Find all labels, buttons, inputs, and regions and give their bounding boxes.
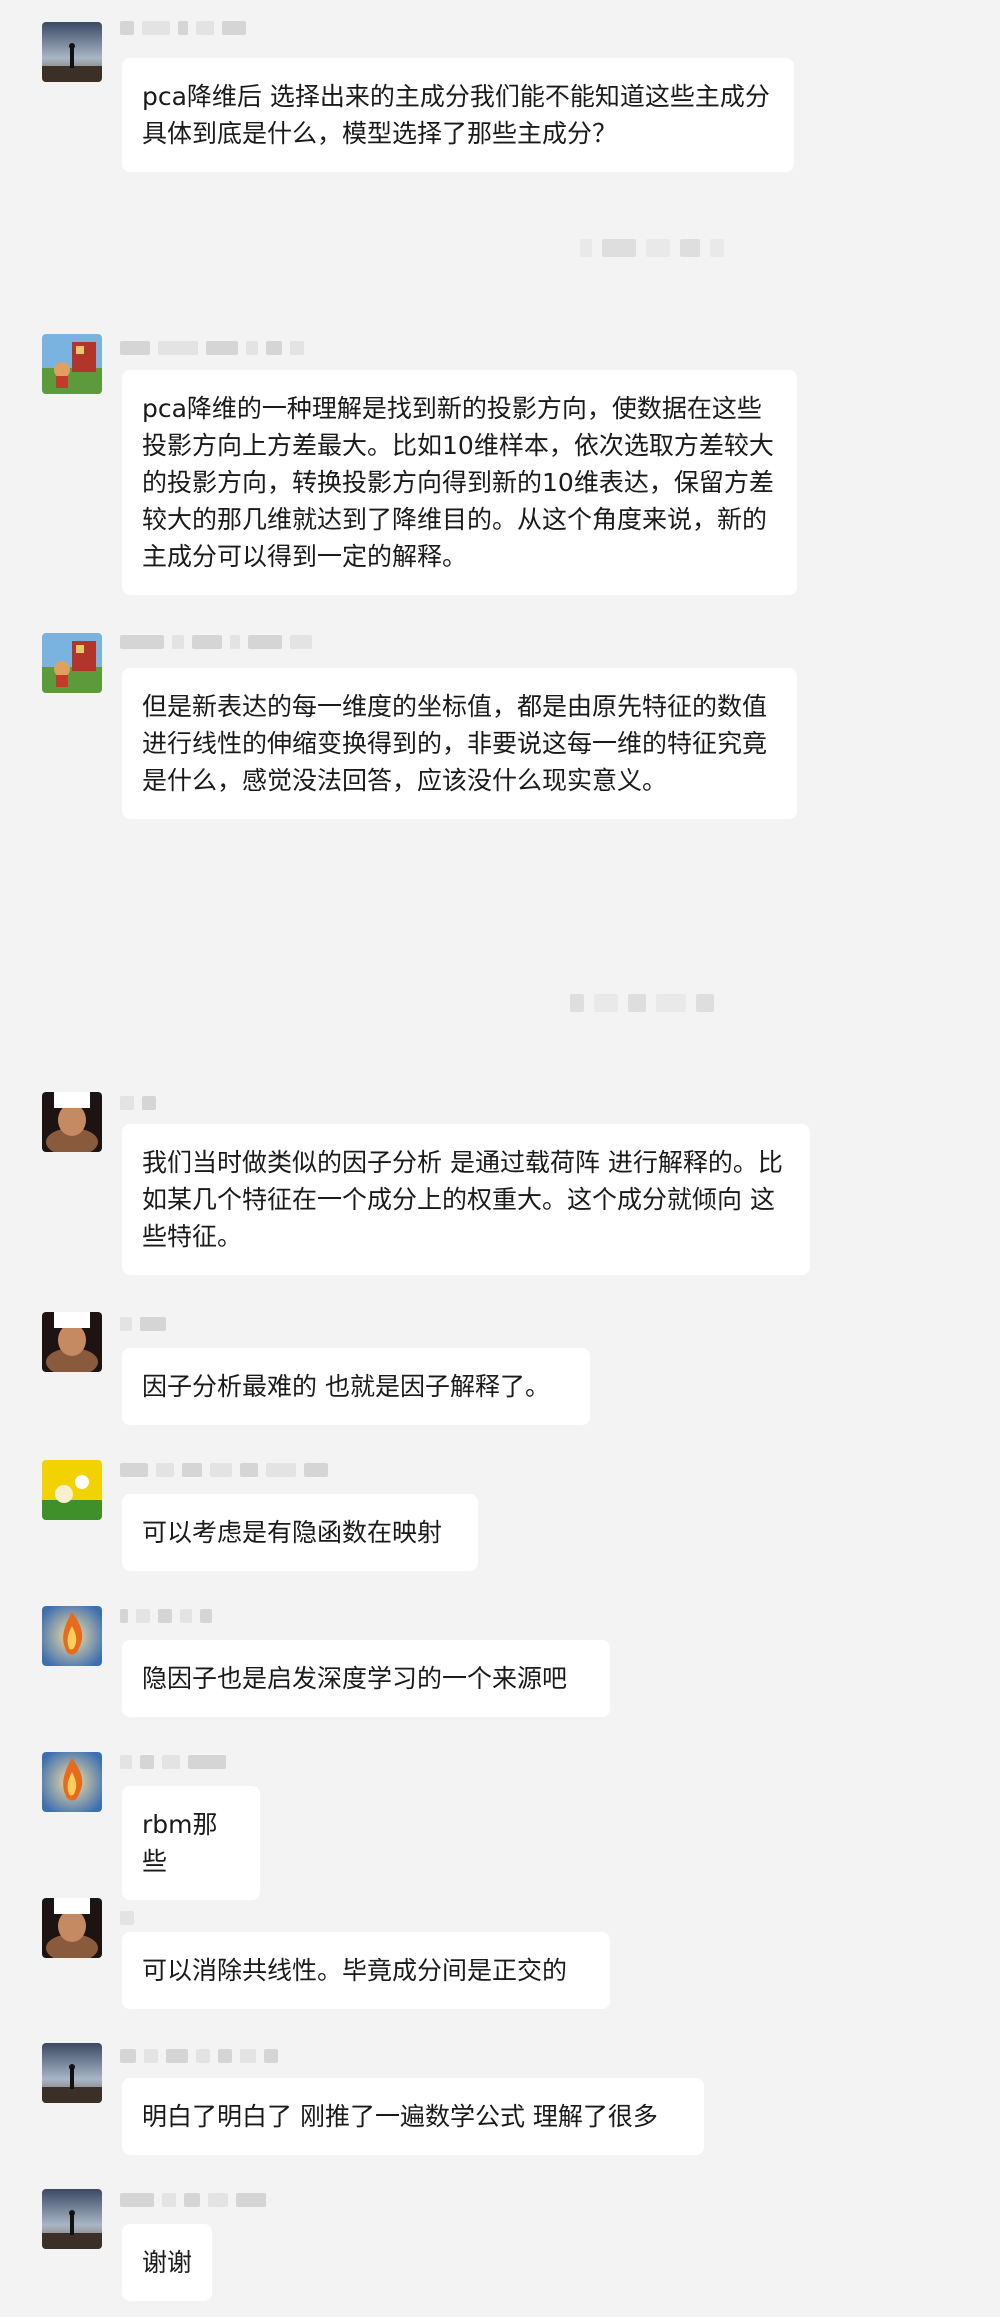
sender-name (120, 1606, 212, 1626)
sender-name (120, 1093, 156, 1113)
timestamp-separator (580, 237, 724, 259)
message-bubble[interactable]: pca降维后 选择出来的主成分我们能不能知道这些主成分具体到底是什么，模型选择了… (122, 58, 794, 172)
message-bubble[interactable]: 明白了明白了 刚推了一遍数学公式 理解了很多 (122, 2078, 704, 2155)
silhouette-avatar[interactable] (42, 2189, 102, 2249)
sender-name (120, 632, 312, 652)
message-bubble[interactable]: 可以消除共线性。毕竟成分间是正交的 (122, 1932, 610, 2009)
message-bubble[interactable]: 但是新表达的每一维度的坐标值，都是由原先特征的数值进行线性的伸缩变换得到的，非要… (122, 668, 797, 819)
sender-name (120, 2190, 266, 2210)
silhouette-avatar[interactable] (42, 22, 102, 82)
sender-name (120, 2046, 278, 2066)
game-character-avatar[interactable] (42, 633, 102, 693)
message-bubble[interactable]: 谢谢 (122, 2224, 212, 2301)
message-bubble[interactable]: rbm那些 (122, 1786, 260, 1900)
sender-name (120, 1752, 226, 1772)
message-bubble[interactable]: 我们当时做类似的因子分析 是通过载荷阵 进行解释的。比如某几个特征在一个成分上的… (122, 1124, 810, 1275)
message-bubble[interactable]: 隐因子也是启发深度学习的一个来源吧 (122, 1640, 610, 1717)
portrait-avatar[interactable] (42, 1312, 102, 1372)
portrait-avatar[interactable] (42, 1092, 102, 1152)
message-bubble[interactable]: pca降维的一种理解是找到新的投影方向，使数据在这些投影方向上方差最大。比如10… (122, 370, 797, 595)
timestamp-separator (570, 992, 714, 1014)
silhouette-avatar[interactable] (42, 2043, 102, 2103)
flame-logo-avatar[interactable] (42, 1606, 102, 1666)
sender-name (120, 1460, 328, 1480)
sender-name (120, 338, 304, 358)
portrait-avatar[interactable] (42, 1898, 102, 1958)
sender-name (120, 1908, 134, 1928)
sender-name (120, 18, 246, 38)
game-character-avatar[interactable] (42, 334, 102, 394)
message-bubble[interactable]: 可以考虑是有隐函数在映射 (122, 1494, 478, 1571)
sender-name (120, 1314, 166, 1334)
message-bubble[interactable]: 因子分析最难的 也就是因子解释了。 (122, 1348, 590, 1425)
yellow-cartoon-avatar[interactable] (42, 1460, 102, 1520)
flame-logo-avatar[interactable] (42, 1752, 102, 1812)
